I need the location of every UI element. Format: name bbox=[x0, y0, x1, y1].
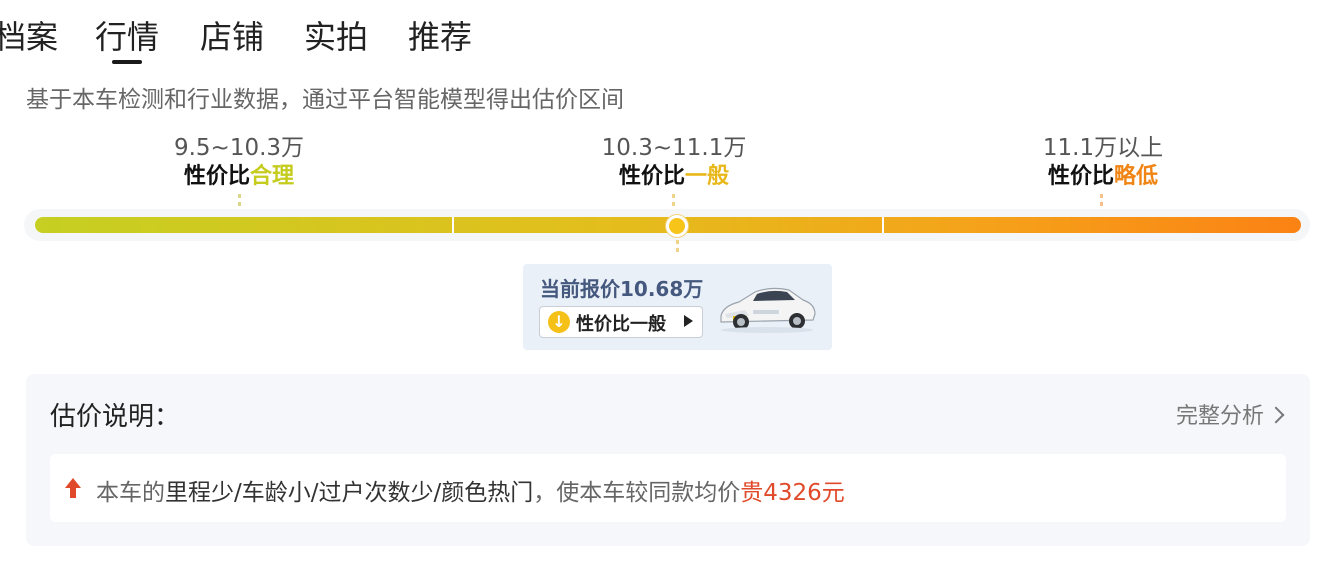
range-price: 9.5~10.3万 bbox=[173, 135, 305, 161]
rating-detail-button[interactable]: ↓ 性价比一般 bbox=[539, 306, 703, 338]
current-price-title: 当前报价10.68万 bbox=[540, 277, 704, 301]
rating-value: 略低 bbox=[1114, 164, 1159, 189]
range-rating: 性价比一般 bbox=[524, 162, 824, 192]
full-analysis-link[interactable]: 完整分析 bbox=[1175, 398, 1285, 430]
tab-archive[interactable]: 档案 bbox=[0, 14, 58, 60]
current-price-marker bbox=[666, 215, 688, 237]
reason-prefix: 本车的 bbox=[96, 480, 165, 506]
tab-photos[interactable]: 实拍 bbox=[304, 14, 368, 60]
range-rating: 性价比合理 bbox=[89, 162, 389, 192]
range-reasonable: 9.5~10.3万 性价比合理 bbox=[89, 134, 389, 192]
marker-connector bbox=[676, 240, 681, 252]
valuation-subtitle: 基于本车检测和行业数据，通过平台智能模型得出估价区间 bbox=[26, 87, 624, 113]
tab-market[interactable]: 行情 bbox=[95, 14, 159, 60]
range-price: 10.3~11.1万 bbox=[601, 135, 747, 161]
bar-divider bbox=[452, 217, 454, 233]
active-tab-indicator bbox=[112, 60, 142, 64]
chevron-right-icon bbox=[1267, 406, 1285, 424]
tab-shop[interactable]: 店铺 bbox=[200, 14, 264, 60]
play-right-icon bbox=[684, 315, 693, 327]
valuation-explanation-panel: 估价说明： 完整分析 本车的里程少/车龄小/过户次数少/颜色热门，使本车较同款均… bbox=[26, 374, 1310, 546]
range-connector bbox=[672, 194, 677, 206]
rating-prefix: 性价比 bbox=[1047, 164, 1114, 189]
arrow-down-circle-icon: ↓ bbox=[548, 311, 570, 333]
explanation-reason-text: 本车的里程少/车龄小/过户次数少/颜色热门，使本车较同款均价贵4326元 bbox=[96, 473, 845, 507]
bar-divider bbox=[882, 217, 884, 233]
rating-value: 一般 bbox=[685, 164, 730, 189]
rating-detail-label: 性价比一般 bbox=[576, 314, 666, 335]
range-average: 10.3~11.1万 性价比一般 bbox=[524, 134, 824, 192]
range-connector bbox=[238, 194, 243, 206]
arrow-up-icon bbox=[65, 478, 81, 498]
range-rating: 性价比略低 bbox=[953, 162, 1253, 192]
explanation-reason-box: 本车的里程少/车龄小/过户次数少/颜色热门，使本车较同款均价贵4326元 bbox=[50, 454, 1286, 522]
reason-result: 贵4326元 bbox=[740, 480, 845, 506]
reason-factors: 里程少/车龄小/过户次数少/颜色热门 bbox=[165, 480, 534, 506]
rating-value: 合理 bbox=[250, 164, 295, 189]
tab-bar: 档案 行情 店铺 实拍 推荐 bbox=[0, 14, 600, 64]
rating-prefix: 性价比 bbox=[183, 164, 250, 189]
tab-recommend[interactable]: 推荐 bbox=[408, 14, 472, 60]
car-image bbox=[720, 287, 816, 333]
range-connector bbox=[1100, 194, 1105, 206]
range-low: 11.1万以上 性价比略低 bbox=[953, 134, 1253, 192]
explanation-title: 估价说明： bbox=[50, 402, 181, 432]
current-price-card: 当前报价10.68万 ↓ 性价比一般 bbox=[523, 264, 832, 350]
rating-prefix: 性价比 bbox=[618, 164, 685, 189]
full-analysis-label: 完整分析 bbox=[1175, 404, 1264, 429]
range-price: 11.1万以上 bbox=[1042, 135, 1164, 161]
reason-middle: ，使本车较同款均价 bbox=[533, 480, 741, 506]
